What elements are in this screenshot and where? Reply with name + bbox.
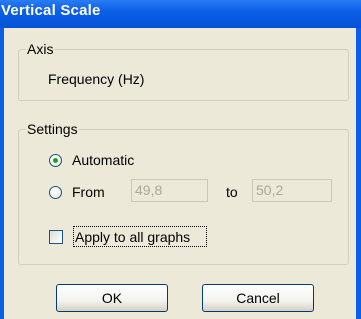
to-label: to — [226, 184, 238, 200]
title-bar[interactable]: Vertical Scale — [0, 0, 361, 28]
axis-value: Frequency (Hz) — [48, 71, 145, 87]
from-label[interactable]: From — [72, 184, 105, 200]
axis-group: Axis Frequency (Hz) — [18, 41, 349, 101]
automatic-radio-button[interactable] — [49, 154, 62, 167]
automatic-label[interactable]: Automatic — [72, 152, 134, 168]
from-radio-button[interactable] — [49, 186, 62, 199]
dialog-body: Axis Frequency (Hz) Settings Automatic F… — [4, 28, 356, 319]
axis-group-legend: Axis — [26, 41, 55, 57]
apply-to-all-checkbox[interactable] — [49, 230, 63, 244]
dialog-window: Vertical Scale Axis Frequency (Hz) Setti… — [0, 0, 361, 319]
from-value-field[interactable]: 49,8 — [131, 179, 208, 202]
settings-group: Settings Automatic From 49,8 to 50,2 App… — [18, 121, 349, 265]
radio-selected-dot — [53, 158, 58, 163]
ok-button[interactable]: OK — [56, 284, 168, 312]
apply-to-all-label[interactable]: Apply to all graphs — [75, 229, 190, 245]
settings-group-legend: Settings — [26, 121, 79, 137]
window-title: Vertical Scale — [1, 2, 101, 19]
to-value-field[interactable]: 50,2 — [252, 179, 332, 202]
cancel-button[interactable]: Cancel — [202, 284, 314, 312]
